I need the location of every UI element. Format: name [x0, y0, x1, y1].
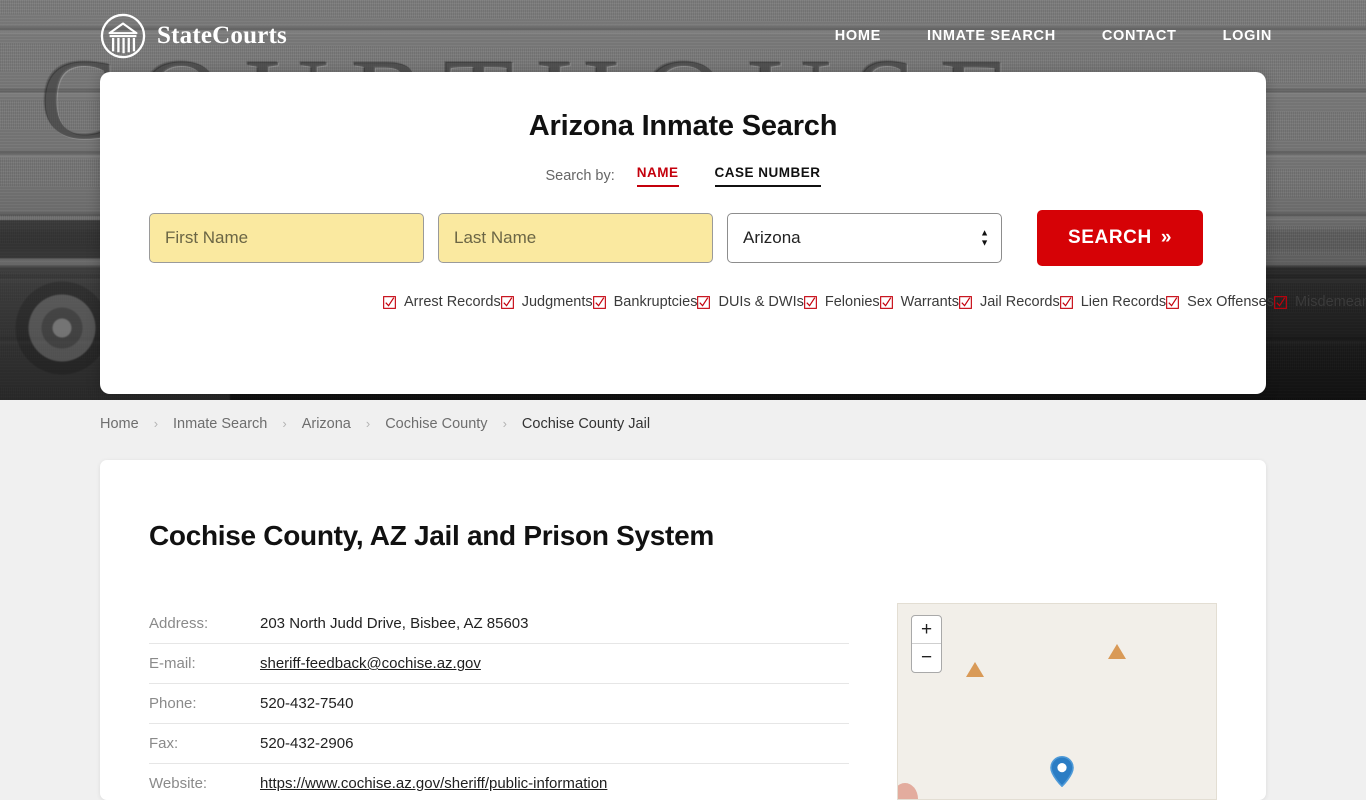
checked-checkbox-icon: [593, 296, 606, 309]
tab-case-number[interactable]: CASE NUMBER: [715, 165, 821, 187]
category-judgments[interactable]: Judgments: [501, 290, 593, 314]
category-label: Jail Records: [980, 294, 1060, 310]
category-felonies[interactable]: Felonies: [804, 290, 880, 314]
checked-checkbox-icon: [501, 296, 514, 309]
row-label-address: Address:: [149, 604, 260, 644]
table-row: Address: 203 North Judd Drive, Bisbee, A…: [149, 604, 849, 644]
checked-checkbox-icon: [1060, 296, 1073, 309]
nav-item-inmate-search[interactable]: INMATE SEARCH: [927, 28, 1056, 44]
breadcrumb-item-arizona[interactable]: Arizona: [302, 416, 351, 432]
search-panel-title: Arizona Inmate Search: [100, 110, 1266, 143]
row-label-fax: Fax:: [149, 724, 260, 764]
mountain-peak-icon: [1108, 644, 1126, 659]
nav-item-home[interactable]: HOME: [835, 28, 881, 44]
first-name-input[interactable]: [149, 213, 424, 263]
location-map[interactable]: + −: [897, 603, 1217, 800]
breadcrumb: Home › Inmate Search › Arizona › Cochise…: [0, 400, 1366, 447]
breadcrumb-item-cochise-county[interactable]: Cochise County: [385, 416, 487, 432]
state-select-value: Arizona: [743, 228, 801, 248]
row-label-phone: Phone:: [149, 684, 260, 724]
mountain-peak-icon: [966, 662, 984, 677]
checked-checkbox-icon: [383, 296, 396, 309]
category-label: DUIs & DWIs: [718, 294, 803, 310]
category-label: Sex Offenses: [1187, 294, 1274, 310]
category-label: Judgments: [522, 294, 593, 310]
table-row: Website: https://www.cochise.az.gov/sher…: [149, 764, 849, 800]
row-value-fax: 520-432-2906: [260, 724, 849, 764]
row-value-website: https://www.cochise.az.gov/sheriff/publi…: [260, 764, 849, 800]
row-value-address: 203 North Judd Drive, Bisbee, AZ 85603: [260, 604, 849, 644]
breadcrumb-item-current: Cochise County Jail: [522, 416, 650, 432]
terrain-area: [897, 783, 918, 799]
zoom-in-button[interactable]: +: [912, 616, 941, 644]
checked-checkbox-icon: [880, 296, 893, 309]
category-jail-records[interactable]: Jail Records: [959, 290, 1060, 314]
search-by-row: Search by: NAME CASE NUMBER: [100, 165, 1266, 187]
checked-checkbox-icon: [697, 296, 710, 309]
breadcrumb-separator-icon: ›: [267, 416, 301, 431]
category-warrants[interactable]: Warrants: [880, 290, 959, 314]
zoom-out-button[interactable]: −: [912, 644, 941, 672]
nav-item-login[interactable]: LOGIN: [1223, 28, 1272, 44]
double-chevron-right-icon: »: [1161, 227, 1172, 249]
row-value-email: sheriff-feedback@cochise.az.gov: [260, 644, 849, 684]
checked-checkbox-icon: [1166, 296, 1179, 309]
website-link[interactable]: https://www.cochise.az.gov/sheriff/publi…: [260, 775, 607, 792]
breadcrumb-item-inmate-search[interactable]: Inmate Search: [173, 416, 267, 432]
category-lien-records[interactable]: Lien Records: [1060, 290, 1166, 314]
breadcrumb-separator-icon: ›: [139, 416, 173, 431]
category-bankruptcies[interactable]: Bankruptcies: [593, 290, 698, 314]
map-zoom-controls: + −: [911, 615, 942, 673]
breadcrumb-item-home[interactable]: Home: [100, 416, 139, 432]
tab-name[interactable]: NAME: [637, 165, 679, 187]
courthouse-circle-icon: [100, 13, 146, 59]
checked-checkbox-icon: [1274, 296, 1287, 309]
map-pin-icon[interactable]: [1050, 756, 1074, 787]
row-label-email: E-mail:: [149, 644, 260, 684]
category-label: Lien Records: [1081, 294, 1166, 310]
page-body: Cochise County, AZ Jail and Prison Syste…: [0, 447, 1366, 768]
breadcrumb-separator-icon: ›: [488, 416, 522, 431]
checked-checkbox-icon: [959, 296, 972, 309]
category-label: Bankruptcies: [614, 294, 698, 310]
table-row: E-mail: sheriff-feedback@cochise.az.gov: [149, 644, 849, 684]
facility-detail-card: Cochise County, AZ Jail and Prison Syste…: [100, 460, 1266, 800]
search-button-label: SEARCH: [1068, 227, 1152, 249]
row-value-phone: 520-432-7540: [260, 684, 849, 724]
inmate-search-panel: Arizona Inmate Search Search by: NAME CA…: [100, 72, 1266, 394]
email-link[interactable]: sheriff-feedback@cochise.az.gov: [260, 655, 481, 672]
table-row: Fax: 520-432-2906: [149, 724, 849, 764]
row-label-website: Website:: [149, 764, 260, 800]
search-form: Arizona ▲▼ SEARCH »: [100, 210, 1266, 266]
record-category-list: Arrest Records Judgments Bankruptcies DU…: [100, 290, 1266, 314]
breadcrumb-separator-icon: ›: [351, 416, 385, 431]
category-sex-offenses[interactable]: Sex Offenses: [1166, 290, 1274, 314]
state-select[interactable]: Arizona ▲▼: [727, 213, 1002, 263]
category-label: Misdemeanors: [1295, 294, 1366, 310]
category-misdemeanors[interactable]: Misdemeanors: [1274, 290, 1366, 314]
last-name-input[interactable]: [438, 213, 713, 263]
main-navigation: HOME INMATE SEARCH CONTACT LOGIN: [835, 28, 1272, 44]
brand-name: StateCourts: [157, 22, 287, 50]
hero-banner: COURTHOUSE StateCourts HOME INMATE SEARC…: [0, 0, 1366, 400]
chevron-updown-icon: ▲▼: [980, 230, 989, 247]
facility-info-table: Address: 203 North Judd Drive, Bisbee, A…: [149, 604, 849, 800]
search-button[interactable]: SEARCH »: [1037, 210, 1203, 266]
category-arrest-records[interactable]: Arrest Records: [383, 290, 501, 314]
table-row: Phone: 520-432-7540: [149, 684, 849, 724]
site-header: StateCourts HOME INMATE SEARCH CONTACT L…: [0, 0, 1366, 72]
category-duis-dwis[interactable]: DUIs & DWIs: [697, 290, 803, 314]
checked-checkbox-icon: [804, 296, 817, 309]
category-label: Warrants: [901, 294, 959, 310]
category-label: Felonies: [825, 294, 880, 310]
nav-item-contact[interactable]: CONTACT: [1102, 28, 1177, 44]
search-by-label: Search by:: [545, 168, 614, 184]
page-title: Cochise County, AZ Jail and Prison Syste…: [149, 520, 1266, 552]
brand-logo[interactable]: StateCourts: [100, 13, 287, 59]
category-label: Arrest Records: [404, 294, 501, 310]
